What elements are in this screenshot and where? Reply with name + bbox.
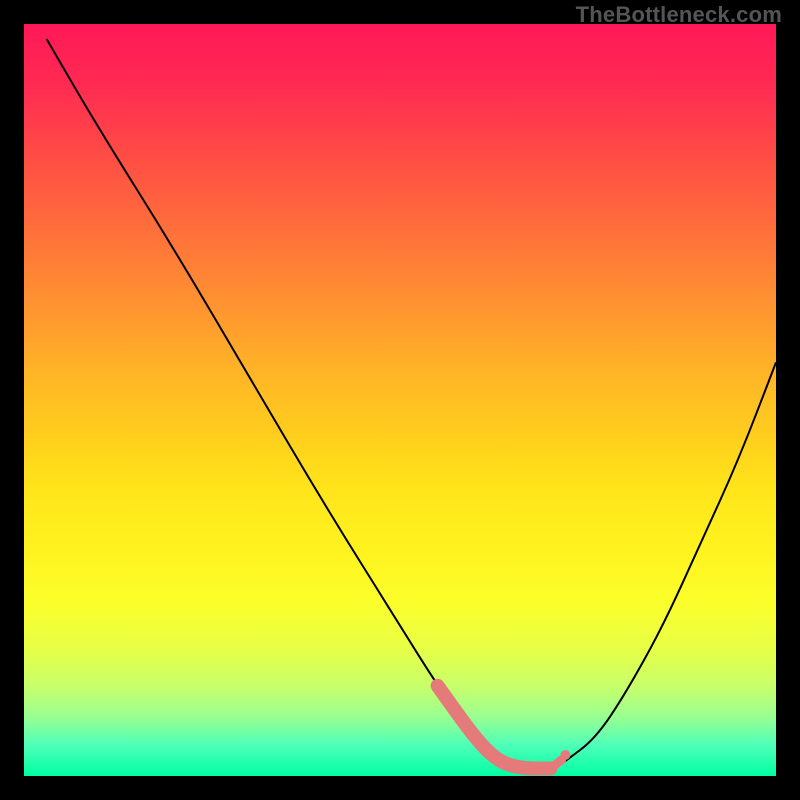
chart-root: TheBottleneck.com [0, 0, 800, 800]
curve-left-branch [47, 39, 566, 769]
curve-right-branch [565, 362, 776, 761]
optimal-range-highlight [438, 686, 551, 769]
plot-area [24, 24, 776, 776]
optimal-range-end-dot [560, 750, 570, 760]
curve-layer [24, 24, 776, 776]
